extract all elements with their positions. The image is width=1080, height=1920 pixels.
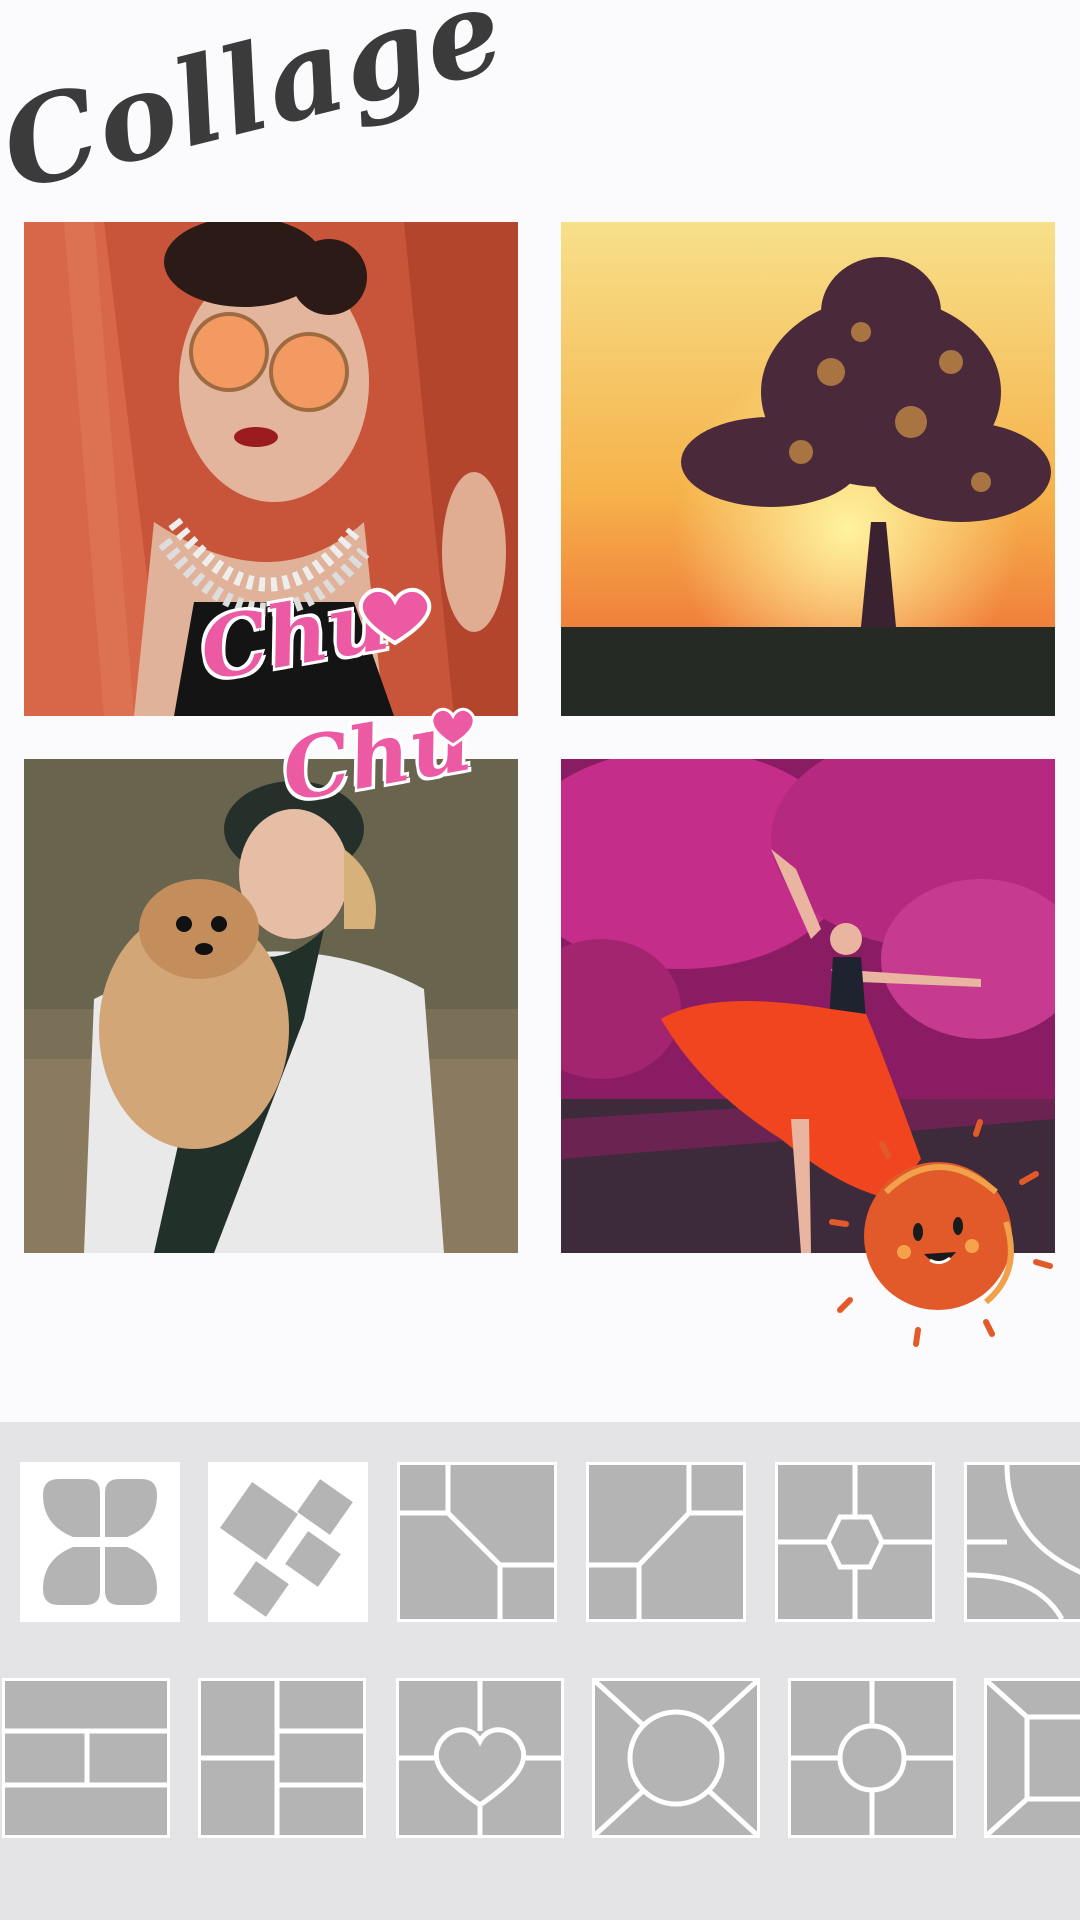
layout-quarter-arc[interactable] bbox=[964, 1462, 1080, 1622]
layout-center-hexagon[interactable] bbox=[775, 1462, 935, 1622]
heart-sticker-icon[interactable] bbox=[426, 705, 480, 749]
layout-tilted-squares[interactable] bbox=[208, 1462, 368, 1622]
layout-center-circle-x[interactable] bbox=[592, 1678, 760, 1838]
layout-row-2 bbox=[0, 1678, 1080, 1842]
layout-row-1 bbox=[0, 1462, 1080, 1626]
layout-grid-columns[interactable] bbox=[198, 1678, 366, 1838]
heart-sticker-icon[interactable] bbox=[352, 585, 438, 647]
layout-center-heart[interactable] bbox=[396, 1678, 564, 1838]
layout-split-corner-left[interactable] bbox=[397, 1462, 557, 1622]
layout-center-circle-cross[interactable] bbox=[788, 1678, 956, 1838]
collage-canvas: Collage Chu Chu bbox=[0, 0, 1080, 1420]
page-title: Collage bbox=[0, 0, 518, 218]
photo-woman-with-dog[interactable] bbox=[24, 759, 518, 1253]
layout-stripes-three[interactable] bbox=[2, 1678, 170, 1838]
layout-frame-bars[interactable] bbox=[984, 1678, 1080, 1838]
layout-panel bbox=[0, 1422, 1080, 1920]
layout-split-corner-right[interactable] bbox=[586, 1462, 746, 1622]
layout-four-petal[interactable] bbox=[20, 1462, 180, 1622]
photo-tree-sunset[interactable] bbox=[561, 222, 1055, 716]
sun-sticker-icon[interactable] bbox=[826, 1112, 1056, 1352]
